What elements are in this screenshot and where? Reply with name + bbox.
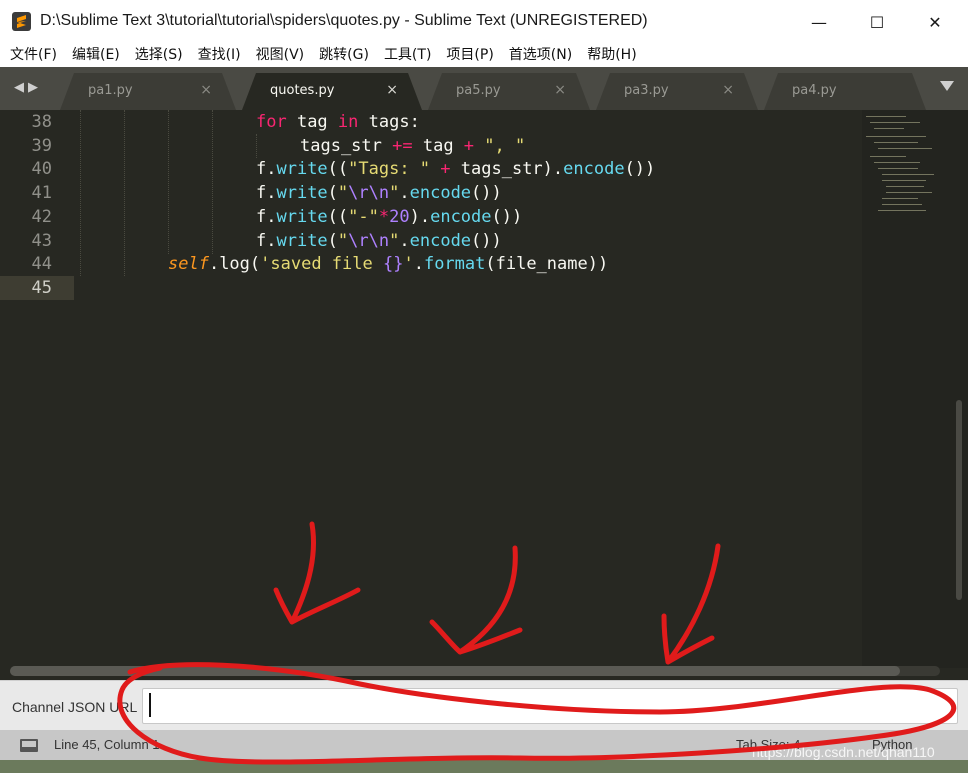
line-number: 42 <box>31 207 52 227</box>
code-line-44: self.log('saved file {}'.format(file_nam… <box>168 254 609 274</box>
line-number: 40 <box>31 159 52 179</box>
tab-bar: ◀▶ pa1.py × pa3.py × pa4.py pa5.py × quo… <box>0 67 968 110</box>
tab-label: pa1.py <box>88 83 133 98</box>
menu-file[interactable]: 文件(F) <box>10 44 57 64</box>
code-line-42: f.write(("-"*20).encode()) <box>256 207 523 227</box>
minimap-line <box>866 136 926 137</box>
menu-find[interactable]: 查找(I) <box>198 44 241 64</box>
tab-pa5[interactable]: pa5.py × <box>428 73 590 110</box>
line-number: 41 <box>31 183 52 203</box>
horizontal-scrollbar-thumb[interactable] <box>10 666 900 676</box>
close-window-button[interactable]: ✕ <box>912 6 958 38</box>
code-line-43: f.write("\r\n".encode()) <box>256 231 502 251</box>
menu-edit[interactable]: 编辑(E) <box>72 44 120 64</box>
tab-list-triangle-icon[interactable] <box>940 81 954 91</box>
indent-guide <box>256 134 257 158</box>
close-tab-icon[interactable]: × <box>722 82 734 98</box>
desktop-background-strip <box>0 760 968 773</box>
minimap-line <box>874 162 920 163</box>
code-line-39: tags_str += tag + ", " <box>300 136 526 156</box>
minimap-line <box>874 128 904 129</box>
code-editor[interactable]: 38 39 40 41 42 43 44 45 for tag in tags:… <box>0 110 968 680</box>
tab-label: quotes.py <box>270 83 335 98</box>
minimap-line <box>878 210 926 211</box>
menu-preferences[interactable]: 首选项(N) <box>509 44 572 64</box>
menu-selection[interactable]: 选择(S) <box>135 44 183 64</box>
title-bar: D:\Sublime Text 3\tutorial\tutorial\spid… <box>0 0 968 42</box>
line-number: 39 <box>31 136 52 156</box>
tab-pa3[interactable]: pa3.py × <box>596 73 758 110</box>
minimap-line <box>882 204 922 205</box>
watermark: https://blog.csdn.net/qhan110 <box>752 744 935 760</box>
minimap-line <box>886 186 924 187</box>
text-caret <box>149 693 151 717</box>
minimap-line <box>882 180 926 181</box>
line-number: 45 <box>31 278 52 298</box>
sublime-text-icon <box>12 12 31 31</box>
close-tab-icon[interactable]: × <box>200 82 212 98</box>
line-number-gutter: 38 39 40 41 42 43 44 45 <box>0 110 72 680</box>
tab-pa4[interactable]: pa4.py <box>764 73 926 110</box>
line-number: 38 <box>31 112 52 132</box>
menu-project[interactable]: 项目(P) <box>446 44 493 64</box>
indent-guide <box>168 110 169 254</box>
minimap[interactable] <box>862 110 968 668</box>
input-panel: Channel JSON URL <box>0 680 968 730</box>
line-number: 43 <box>31 231 52 251</box>
minimap-line <box>878 168 918 169</box>
cursor-position[interactable]: Line 45, Column 1 <box>54 737 160 752</box>
close-tab-icon[interactable]: × <box>554 82 566 98</box>
indent-guide <box>212 110 213 254</box>
menu-view[interactable]: 视图(V) <box>256 44 305 64</box>
tab-nav-arrows-icon[interactable]: ◀▶ <box>14 80 42 95</box>
minimap-line <box>882 174 934 175</box>
vertical-scrollbar[interactable] <box>956 400 962 600</box>
minimap-line <box>886 192 932 193</box>
tab-label: pa4.py <box>792 83 837 98</box>
menu-tools[interactable]: 工具(T) <box>384 44 431 64</box>
minimize-button[interactable]: — <box>796 6 842 38</box>
input-panel-label: Channel JSON URL <box>12 699 138 715</box>
tab-quotes[interactable]: quotes.py × <box>242 73 422 110</box>
menu-goto[interactable]: 跳转(G) <box>319 44 369 64</box>
horizontal-scrollbar[interactable] <box>10 666 940 676</box>
indent-guide <box>80 110 81 276</box>
menu-help[interactable]: 帮助(H) <box>587 44 636 64</box>
minimap-line <box>870 156 906 157</box>
minimap-line <box>882 198 918 199</box>
menu-bar: 文件(F) 编辑(E) 选择(S) 查找(I) 视图(V) 跳转(G) 工具(T… <box>0 42 968 66</box>
close-tab-icon[interactable]: × <box>386 82 398 98</box>
channel-json-url-input[interactable] <box>142 688 958 724</box>
minimap-line <box>878 148 932 149</box>
tab-label: pa3.py <box>624 83 669 98</box>
maximize-button[interactable]: ☐ <box>854 6 900 38</box>
tab-pa1[interactable]: pa1.py × <box>60 73 236 110</box>
console-toggle-icon[interactable] <box>20 739 38 752</box>
minimap-line <box>866 116 906 117</box>
minimap-line <box>870 122 920 123</box>
tab-label: pa5.py <box>456 83 501 98</box>
window-title: D:\Sublime Text 3\tutorial\tutorial\spid… <box>40 12 648 29</box>
indent-guide <box>124 110 125 276</box>
line-number: 44 <box>31 254 52 274</box>
code-line-41: f.write("\r\n".encode()) <box>256 183 502 203</box>
code-line-40: f.write(("Tags: " + tags_str).encode()) <box>256 159 656 179</box>
code-line-38: for tag in tags: <box>256 112 420 132</box>
minimap-line <box>874 142 918 143</box>
